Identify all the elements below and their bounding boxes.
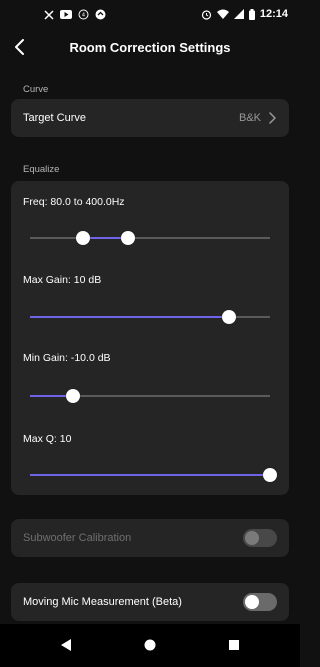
freq-slider-track [30, 237, 270, 239]
max-gain-label: Max Gain: 10 dB [23, 274, 102, 286]
wifi-icon [216, 9, 229, 19]
freq-min-thumb[interactable] [75, 231, 90, 245]
min-gain-slider[interactable] [30, 389, 270, 403]
subwoofer-calibration-toggle [243, 529, 277, 547]
min-gain-label: Min Gain: -10.0 dB [23, 352, 111, 364]
moving-mic-label: Moving Mic Measurement (Beta) [23, 596, 182, 608]
max-q-slider-fill [30, 474, 270, 476]
freq-range-slider[interactable] [30, 231, 270, 245]
moving-mic-toggle[interactable] [243, 593, 277, 611]
moving-mic-toggle-knob [245, 595, 259, 609]
alarm-icon [201, 9, 211, 20]
circle-home-icon[interactable] [142, 637, 158, 653]
curve-section-label: Curve [23, 84, 49, 95]
max-gain-thumb[interactable] [222, 310, 237, 324]
system-nav-bar [0, 624, 300, 667]
target-curve-label: Target Curve [23, 112, 86, 124]
cell-signal-icon [233, 9, 244, 19]
equalize-card: Freq: 80.0 to 400.0Hz Max Gain: 10 dB Mi… [11, 181, 289, 495]
signal-icon: 4 [78, 9, 89, 20]
moving-mic-row[interactable]: Moving Mic Measurement (Beta) [11, 583, 289, 621]
svg-text:4: 4 [82, 13, 85, 19]
x-icon [44, 9, 54, 20]
min-gain-thumb[interactable] [66, 389, 81, 403]
max-q-slider[interactable] [30, 468, 277, 482]
youtube-icon [60, 10, 72, 19]
square-recents-icon[interactable] [226, 637, 242, 653]
status-notification-icons: 4 [44, 9, 106, 20]
status-time: 12:14 [259, 8, 288, 20]
freq-max-thumb[interactable] [121, 231, 136, 245]
app-header: Room Correction Settings [0, 30, 300, 66]
subwoofer-calibration-label: Subwoofer Calibration [23, 532, 132, 544]
max-q-label: Max Q: 10 [23, 433, 72, 445]
max-gain-slider[interactable] [30, 310, 270, 324]
target-curve-value: B&K [238, 112, 261, 124]
subwoofer-toggle-knob [245, 531, 259, 545]
status-system-icons: 12:14 [201, 8, 288, 20]
equalize-section-label: Equalize [23, 164, 60, 175]
status-bar: 4 12:14 [0, 0, 300, 30]
sync-icon [95, 9, 106, 20]
max-q-thumb[interactable] [263, 468, 277, 482]
chevron-right-icon [269, 112, 276, 124]
page-title: Room Correction Settings [69, 40, 231, 55]
max-gain-slider-fill [30, 316, 230, 318]
target-curve-row[interactable]: Target Curve B&K [11, 99, 289, 137]
subwoofer-calibration-row: Subwoofer Calibration [11, 519, 289, 557]
battery-icon [248, 8, 255, 20]
freq-label: Freq: 80.0 to 400.0Hz [23, 196, 125, 208]
triangle-back-icon[interactable] [58, 637, 74, 653]
